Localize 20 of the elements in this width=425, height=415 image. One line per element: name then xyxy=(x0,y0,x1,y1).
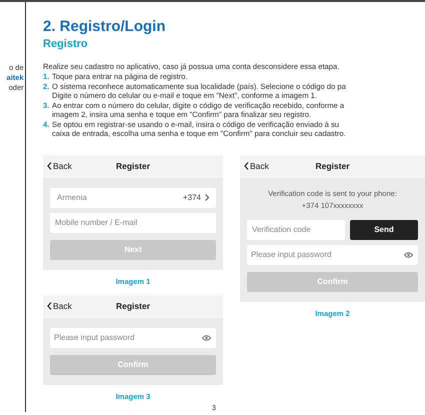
screen-title: Register xyxy=(316,160,350,172)
back-link[interactable]: Back xyxy=(47,160,72,172)
screen-title: Register xyxy=(116,160,150,172)
password-field[interactable]: Please input password xyxy=(50,328,216,348)
subheading: Registro xyxy=(43,37,89,51)
input-field[interactable]: Verification code xyxy=(247,220,345,240)
screen-title: Register xyxy=(116,300,150,313)
eye-icon[interactable] xyxy=(202,334,211,341)
back-link[interactable]: Back xyxy=(244,160,269,172)
back-link[interactable]: Back xyxy=(47,300,72,313)
eye-icon[interactable] xyxy=(404,252,413,258)
chevron-left-icon xyxy=(244,162,249,170)
password-field[interactable]: Please input password xyxy=(247,244,418,264)
chevron-right-icon xyxy=(205,194,209,201)
input-field[interactable]: Mobile number / E-mail xyxy=(50,212,216,232)
send-button[interactable]: Send xyxy=(350,220,418,240)
country-selector[interactable]: Armenia +374 xyxy=(50,188,216,208)
chevron-left-icon xyxy=(47,302,52,310)
chevron-left-icon xyxy=(47,162,52,170)
heading: 2. Registro/Login xyxy=(43,18,167,36)
